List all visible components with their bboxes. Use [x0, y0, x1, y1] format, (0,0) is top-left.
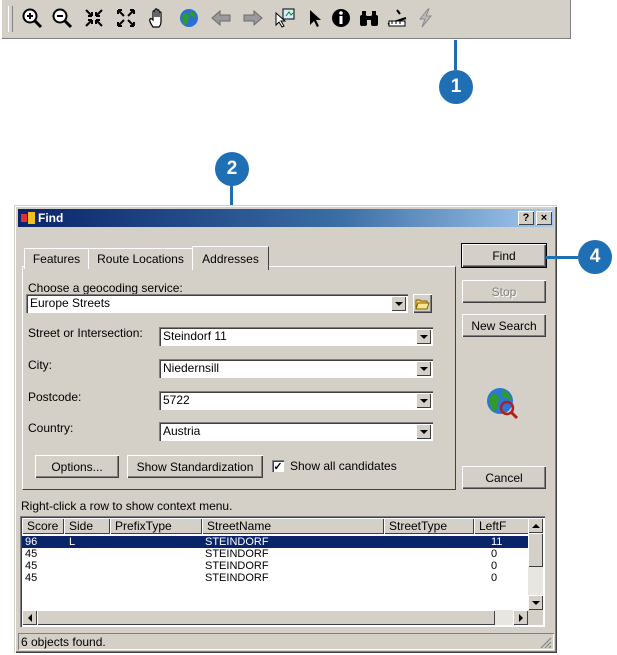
- cell-streetname: STEINDORF: [205, 536, 269, 548]
- full-extent-globe-icon[interactable]: [176, 4, 202, 32]
- city-label: City:: [28, 358, 52, 372]
- status-text: 6 objects found.: [21, 635, 106, 649]
- hyperlink-bolt-icon[interactable]: [412, 4, 438, 32]
- cell-score: 45: [25, 572, 38, 584]
- app-icon: [21, 212, 35, 224]
- context-menu-hint: Right-click a row to show context menu.: [21, 499, 233, 513]
- forward-arrow-icon[interactable]: [240, 4, 266, 32]
- dialog-titlebar[interactable]: Find ? ×: [18, 209, 554, 227]
- cell-side: L: [69, 536, 76, 548]
- table-row[interactable]: 45 STEINDORF 0: [22, 572, 529, 584]
- callout-2: 2: [215, 152, 249, 186]
- find-dialog: Find ? × Features Route Locations Addres…: [14, 205, 557, 653]
- table-row[interactable]: 96 L STEINDORF 11: [22, 536, 529, 548]
- city-value: Niedernsill: [163, 361, 220, 375]
- tab-area: Features Route Locations Addresses Choos…: [22, 246, 456, 490]
- toolbar-grip[interactable]: [8, 6, 13, 32]
- dialog-title: Find: [38, 211, 64, 225]
- cancel-button[interactable]: Cancel: [462, 466, 546, 489]
- show-all-candidates-label: Show all candidates: [290, 459, 397, 473]
- close-button[interactable]: ×: [536, 211, 552, 225]
- cell-score: 45: [25, 560, 38, 572]
- show-standardization-button[interactable]: Show Standardization: [127, 455, 263, 478]
- chevron-down-icon[interactable]: [416, 361, 431, 376]
- street-value: Steindorf 11: [163, 329, 227, 343]
- street-label: Street or Intersection:: [28, 326, 143, 340]
- cell-streetname: STEINDORF: [205, 560, 269, 572]
- cell-streetname: STEINDORF: [205, 572, 269, 584]
- table-row[interactable]: 45 STEINDORF 0: [22, 548, 529, 560]
- postcode-label: Postcode:: [28, 390, 82, 404]
- scroll-thumb[interactable]: [528, 533, 543, 567]
- chevron-down-icon[interactable]: [391, 296, 406, 311]
- help-button[interactable]: ?: [518, 211, 534, 225]
- postcode-value: 5722: [163, 393, 190, 407]
- back-arrow-icon[interactable]: [208, 4, 234, 32]
- column-header-score[interactable]: Score: [22, 518, 64, 534]
- country-value: Austria: [163, 424, 201, 438]
- scroll-thumb-horizontal[interactable]: [37, 610, 495, 625]
- cell-leftf: 0: [491, 572, 498, 584]
- cell-leftf: 0: [491, 548, 498, 560]
- select-features-icon[interactable]: [272, 4, 298, 32]
- scroll-corner: [528, 610, 543, 625]
- status-bar: 6 objects found.: [18, 633, 554, 650]
- chevron-down-icon[interactable]: [416, 424, 431, 439]
- open-folder-icon: [415, 299, 430, 310]
- country-field[interactable]: Austria: [159, 422, 433, 441]
- tab-addresses[interactable]: Addresses: [192, 246, 269, 270]
- results-list[interactable]: Score Side PrefixType StreetName StreetT…: [20, 516, 545, 627]
- vertical-scrollbar[interactable]: [528, 518, 543, 610]
- column-header-streetname[interactable]: StreetName: [202, 518, 384, 534]
- tools-toolbar: [2, 0, 571, 39]
- city-field[interactable]: Niedernsill: [159, 359, 433, 378]
- callout-4-leader: [546, 256, 578, 259]
- show-all-candidates-checkbox[interactable]: ✓: [272, 460, 284, 473]
- globe-search-icon: [487, 388, 519, 420]
- country-label: Country:: [28, 421, 74, 435]
- column-header-streettype[interactable]: StreetType: [384, 518, 474, 534]
- stop-button[interactable]: Stop: [462, 280, 546, 303]
- measure-icon[interactable]: [384, 4, 410, 32]
- callout-1-leader: [454, 40, 457, 70]
- cell-score: 96: [25, 536, 38, 548]
- browse-folder-button[interactable]: [413, 294, 432, 313]
- zoom-out-icon[interactable]: [49, 4, 75, 32]
- chevron-down-icon[interactable]: [416, 329, 431, 344]
- scroll-up-icon[interactable]: [528, 518, 543, 533]
- pan-hand-icon[interactable]: [145, 4, 171, 32]
- street-field[interactable]: Steindorf 11: [159, 327, 433, 346]
- tab-features[interactable]: Features: [24, 248, 89, 269]
- cell-score: 45: [25, 548, 38, 560]
- identify-icon[interactable]: [328, 4, 354, 32]
- horizontal-scrollbar[interactable]: [22, 610, 528, 625]
- scroll-right-icon[interactable]: [513, 610, 528, 625]
- find-binoculars-icon[interactable]: [356, 4, 382, 32]
- cell-leftf: 0: [491, 560, 498, 572]
- zoom-in-icon[interactable]: [19, 4, 45, 32]
- resize-grip-icon[interactable]: [540, 637, 552, 649]
- fixed-zoom-in-icon[interactable]: [81, 4, 107, 32]
- column-header-prefixtype[interactable]: PrefixType: [110, 518, 202, 534]
- postcode-field[interactable]: 5722: [159, 391, 433, 410]
- service-value: Europe Streets: [30, 296, 111, 310]
- table-row[interactable]: 45 STEINDORF 0: [22, 560, 529, 572]
- cell-streetname: STEINDORF: [205, 548, 269, 560]
- column-header-side[interactable]: Side: [64, 518, 110, 534]
- callout-4: 4: [578, 240, 612, 274]
- fixed-zoom-out-icon[interactable]: [113, 4, 139, 32]
- chevron-down-icon[interactable]: [416, 393, 431, 408]
- cell-leftf: 11: [491, 536, 503, 548]
- scroll-down-icon[interactable]: [528, 595, 543, 610]
- service-label: Choose a geocoding service:: [28, 281, 183, 295]
- tab-route-locations[interactable]: Route Locations: [88, 248, 193, 269]
- callout-1: 1: [439, 70, 473, 104]
- options-button[interactable]: Options...: [35, 455, 119, 478]
- select-elements-icon[interactable]: [302, 4, 328, 32]
- geocoding-service-select[interactable]: Europe Streets: [26, 294, 408, 313]
- find-button[interactable]: Find: [461, 243, 547, 268]
- scroll-left-icon[interactable]: [22, 610, 37, 625]
- column-header-leftf[interactable]: LeftF: [474, 518, 529, 534]
- new-search-button[interactable]: New Search: [462, 314, 546, 337]
